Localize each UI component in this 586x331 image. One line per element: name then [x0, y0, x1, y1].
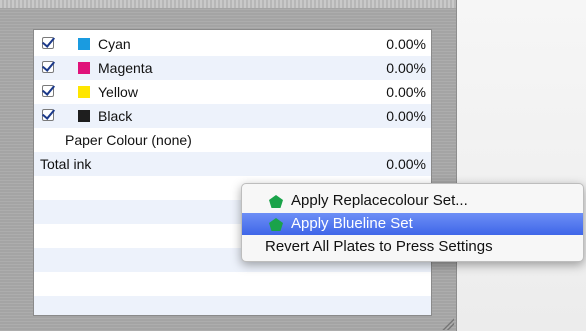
magenta-swatch-icon — [78, 62, 90, 74]
total-ink-label: Total ink — [40, 156, 92, 172]
empty-row — [34, 296, 431, 315]
plate-name: Yellow — [98, 84, 138, 100]
green-pentagon-icon — [269, 195, 283, 208]
total-ink-value: 0.00% — [386, 156, 426, 172]
resize-grip-icon[interactable] — [440, 318, 454, 330]
plate-value: 0.00% — [386, 108, 426, 124]
menu-item-apply-replacecolour-set[interactable]: Apply Replacecolour Set... — [242, 190, 583, 212]
plate-value: 0.00% — [386, 36, 426, 52]
plate-checkbox-black[interactable] — [42, 109, 54, 121]
background-area — [456, 0, 586, 331]
menu-item-label: Apply Replacecolour Set... — [291, 192, 468, 209]
menu-item-apply-blueline-set[interactable]: Apply Blueline Set — [242, 213, 583, 235]
plate-row-black: Black 0.00% — [34, 104, 431, 128]
green-pentagon-icon — [269, 218, 283, 231]
plate-checkbox-cyan[interactable] — [42, 37, 54, 49]
plate-value: 0.00% — [386, 84, 426, 100]
plate-value: 0.00% — [386, 60, 426, 76]
paper-colour-row: Paper Colour (none) — [34, 128, 431, 152]
menu-item-revert-all-plates[interactable]: Revert All Plates to Press Settings — [242, 236, 583, 258]
empty-row — [34, 272, 431, 296]
plate-checkbox-magenta[interactable] — [42, 61, 54, 73]
plate-name: Black — [98, 108, 133, 124]
black-swatch-icon — [78, 110, 90, 122]
total-ink-row: Total ink 0.00% — [34, 152, 431, 176]
menu-item-label: Revert All Plates to Press Settings — [265, 238, 493, 255]
paper-colour-label: Paper Colour (none) — [65, 132, 192, 148]
plate-row-cyan: Cyan 0.00% — [34, 32, 431, 56]
panel-titlebar-texture — [0, 0, 456, 8]
menu-item-label: Apply Blueline Set — [291, 215, 413, 232]
plate-row-yellow: Yellow 0.00% — [34, 80, 431, 104]
plate-name: Magenta — [98, 60, 153, 76]
plate-name: Cyan — [98, 36, 131, 52]
yellow-swatch-icon — [78, 86, 90, 98]
plate-checkbox-yellow[interactable] — [42, 85, 54, 97]
plates-list: Cyan 0.00% Magenta 0.00% Yellow 0.00% Bl… — [33, 29, 432, 316]
cyan-swatch-icon — [78, 38, 90, 50]
context-menu: Apply Replacecolour Set... Apply Bluelin… — [241, 183, 584, 262]
plate-row-magenta: Magenta 0.00% — [34, 56, 431, 80]
